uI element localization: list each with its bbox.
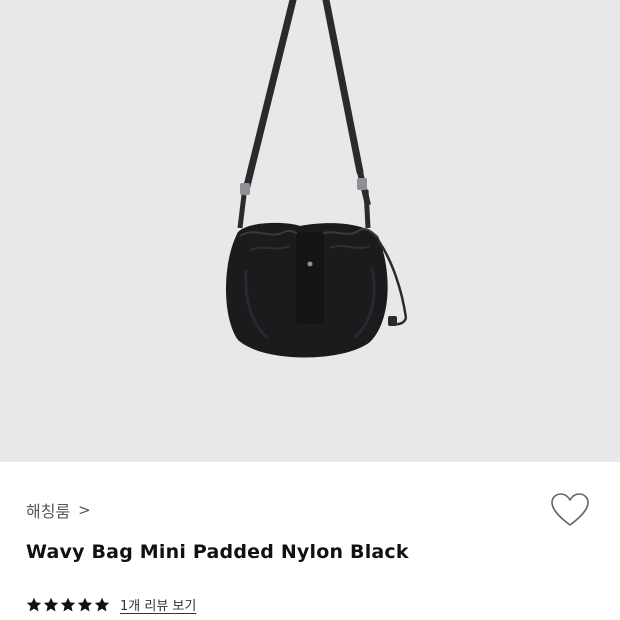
product-image[interactable] xyxy=(0,0,620,462)
wishlist-button[interactable] xyxy=(550,492,590,528)
star-filled-icon xyxy=(26,597,42,611)
star-filled-icon xyxy=(43,597,59,611)
heart-outline-icon xyxy=(551,493,589,526)
star-filled-icon xyxy=(94,597,110,611)
brand-name: 해칭룸 xyxy=(26,502,71,521)
chevron-right-icon: > xyxy=(78,501,91,519)
brand-link[interactable]: 해칭룸 > xyxy=(26,498,91,522)
star-filled-icon xyxy=(77,597,93,611)
rating-row: 1개 리뷰 보기 xyxy=(26,595,196,614)
review-link[interactable]: 1개 리뷰 보기 xyxy=(120,595,196,614)
star-rating xyxy=(26,597,110,613)
product-title: Wavy Bag Mini Padded Nylon Black xyxy=(26,541,409,563)
product-info: 해칭룸 > Wavy Bag Mini Padded Nylon Black 1… xyxy=(0,462,620,620)
star-filled-icon xyxy=(60,597,76,611)
bag-illustration xyxy=(226,0,408,358)
